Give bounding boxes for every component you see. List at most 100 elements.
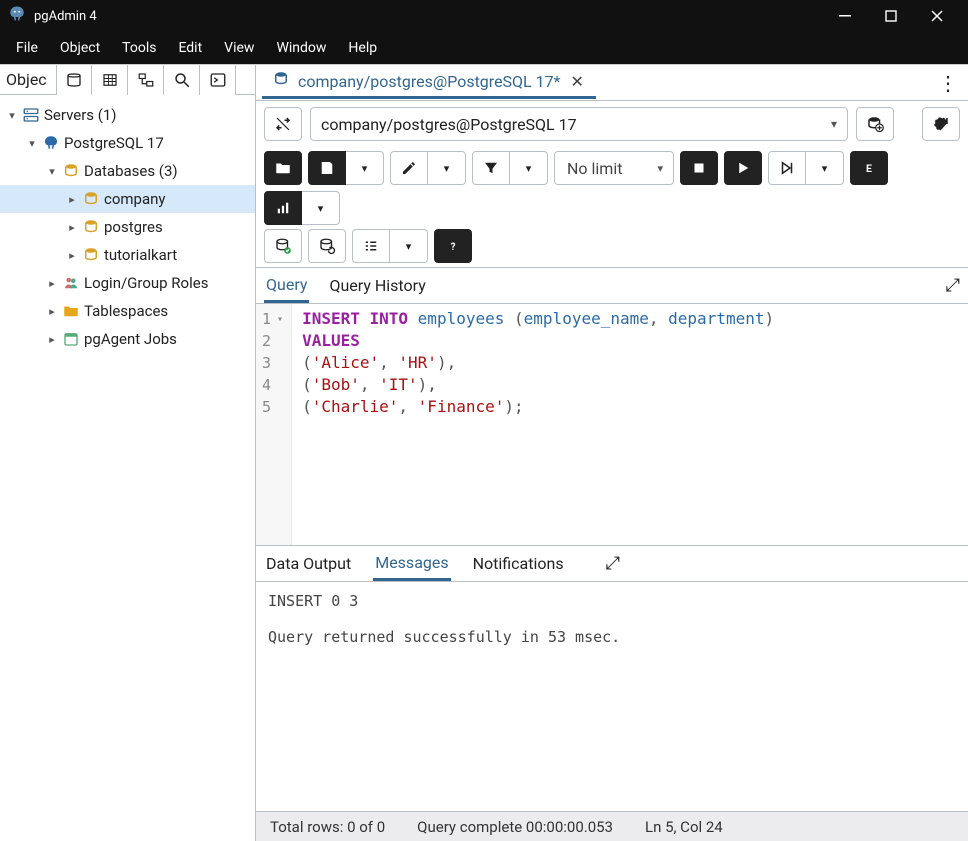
filter-button[interactable] bbox=[472, 151, 510, 185]
explain-button[interactable] bbox=[768, 151, 806, 185]
tree-label: postgres bbox=[102, 218, 163, 236]
expand-icon[interactable]: ⤢ bbox=[606, 553, 620, 574]
menu-tools[interactable]: Tools bbox=[112, 36, 166, 60]
tab-close-icon[interactable]: ✕ bbox=[569, 72, 586, 91]
status-time: Query complete 00:00:00.053 bbox=[417, 818, 613, 836]
connection-status-button[interactable] bbox=[264, 107, 302, 141]
code-editor[interactable]: 1▾ 2▾ 3▾ 4▾ 5▾ INSERT INTO employees (em… bbox=[256, 304, 968, 545]
tree-databases[interactable]: ▾ Databases (3) bbox=[0, 157, 255, 185]
open-file-button[interactable] bbox=[264, 151, 302, 185]
tree-label: tutorialkart bbox=[102, 246, 177, 264]
deps-button[interactable] bbox=[128, 65, 164, 95]
search-button[interactable] bbox=[164, 65, 200, 95]
edit-dropdown[interactable]: ▾ bbox=[428, 151, 466, 185]
minimize-button[interactable] bbox=[822, 0, 868, 32]
tree-pgagent[interactable]: ▸ pgAgent Jobs bbox=[0, 325, 255, 353]
sidebar-title: Objec bbox=[0, 70, 56, 89]
code-content[interactable]: INSERT INTO employees (employee_name, de… bbox=[292, 304, 784, 545]
macros-button[interactable] bbox=[352, 229, 390, 263]
new-connection-button[interactable] bbox=[856, 107, 894, 141]
jobs-icon bbox=[60, 330, 82, 348]
edit-button[interactable] bbox=[390, 151, 428, 185]
line-gutter: 1▾ 2▾ 3▾ 4▾ 5▾ bbox=[256, 304, 292, 545]
maximize-button[interactable] bbox=[868, 0, 914, 32]
chevron-down-icon: ▾ bbox=[24, 137, 40, 150]
messages-output: INSERT 0 3 Query returned successfully i… bbox=[256, 582, 968, 811]
save-dropdown[interactable]: ▾ bbox=[346, 151, 384, 185]
props-button[interactable] bbox=[56, 65, 92, 95]
chevron-right-icon: ▸ bbox=[64, 221, 80, 234]
tab-query[interactable]: Query bbox=[264, 269, 309, 303]
tree-label: Login/Group Roles bbox=[82, 274, 208, 292]
explain-options-dropdown[interactable]: ▾ bbox=[302, 191, 340, 225]
menu-view[interactable]: View bbox=[214, 36, 264, 60]
menubar: File Object Tools Edit View Window Help bbox=[0, 32, 968, 64]
database-icon bbox=[80, 218, 102, 236]
elephant-icon bbox=[40, 134, 62, 152]
grid-button[interactable] bbox=[92, 65, 128, 95]
tree-label: Tablespaces bbox=[82, 302, 168, 320]
tree-servers[interactable]: ▾ Servers (1) bbox=[0, 101, 255, 129]
limit-select[interactable]: No limit ▾ bbox=[554, 151, 674, 185]
connection-value: company/postgres@PostgreSQL 17 bbox=[321, 115, 577, 134]
tab-query-history[interactable]: Query History bbox=[327, 270, 427, 301]
explain-analyze-button[interactable]: E bbox=[850, 151, 888, 185]
database-icon bbox=[272, 70, 290, 92]
chevron-down-icon: ▾ bbox=[657, 162, 663, 175]
filter-dropdown[interactable]: ▾ bbox=[510, 151, 548, 185]
help-button[interactable]: ? bbox=[434, 229, 472, 263]
fold-icon: ▾ bbox=[277, 314, 283, 325]
chevron-right-icon: ▸ bbox=[44, 333, 60, 346]
save-button[interactable] bbox=[308, 151, 346, 185]
roles-icon bbox=[60, 274, 82, 292]
reset-layout-button[interactable] bbox=[922, 107, 960, 141]
execute-button[interactable] bbox=[724, 151, 762, 185]
object-explorer: Objec ▾ Servers (1) ▾ Po bbox=[0, 65, 256, 841]
status-cursor: Ln 5, Col 24 bbox=[645, 818, 723, 836]
tree-label: PostgreSQL 17 bbox=[62, 134, 164, 152]
macros-dropdown[interactable]: ▾ bbox=[390, 229, 428, 263]
status-bar: Total rows: 0 of 0 Query complete 00:00:… bbox=[256, 811, 968, 841]
explain-options-button[interactable] bbox=[264, 191, 302, 225]
tab-title: company/postgres@PostgreSQL 17* bbox=[298, 72, 561, 91]
tab-query-tool[interactable]: company/postgres@PostgreSQL 17* ✕ bbox=[262, 67, 596, 99]
status-rows: Total rows: 0 of 0 bbox=[270, 818, 385, 836]
tree-label: Servers (1) bbox=[42, 106, 117, 124]
menu-help[interactable]: Help bbox=[338, 36, 387, 60]
expand-icon[interactable]: ⤢ bbox=[946, 275, 960, 296]
database-icon bbox=[80, 246, 102, 264]
tab-notifications[interactable]: Notifications bbox=[471, 548, 566, 579]
menu-file[interactable]: File bbox=[6, 36, 48, 60]
chevron-down-icon: ▾ bbox=[44, 165, 60, 178]
databases-icon bbox=[60, 162, 82, 180]
tree-label: pgAgent Jobs bbox=[82, 330, 177, 348]
tree-db-tutorialkart[interactable]: ▸ tutorialkart bbox=[0, 241, 255, 269]
tree-db-postgres[interactable]: ▸ postgres bbox=[0, 213, 255, 241]
chevron-down-icon: ▾ bbox=[831, 117, 837, 131]
chevron-down-icon: ▾ bbox=[4, 109, 20, 122]
explain-dropdown[interactable]: ▾ bbox=[806, 151, 844, 185]
tree-login-roles[interactable]: ▸ Login/Group Roles bbox=[0, 269, 255, 297]
tree-label: Databases (3) bbox=[82, 162, 178, 180]
tree-label: company bbox=[102, 190, 166, 208]
close-button[interactable] bbox=[914, 0, 960, 32]
chevron-right-icon: ▸ bbox=[44, 277, 60, 290]
tab-messages[interactable]: Messages bbox=[373, 547, 450, 581]
menu-object[interactable]: Object bbox=[50, 36, 110, 60]
rollback-button[interactable] bbox=[308, 229, 346, 263]
tree-tablespaces[interactable]: ▸ Tablespaces bbox=[0, 297, 255, 325]
stop-button[interactable] bbox=[680, 151, 718, 185]
terminal-button[interactable] bbox=[200, 65, 236, 95]
kebab-menu[interactable]: ⋮ bbox=[934, 71, 962, 95]
menu-edit[interactable]: Edit bbox=[168, 36, 212, 60]
tree-postgres-server[interactable]: ▾ PostgreSQL 17 bbox=[0, 129, 255, 157]
tree-db-company[interactable]: ▸ company bbox=[0, 185, 255, 213]
window-title: pgAdmin 4 bbox=[34, 9, 97, 24]
connection-select[interactable]: company/postgres@PostgreSQL 17 ▾ bbox=[310, 107, 848, 141]
svg-text:?: ? bbox=[451, 242, 456, 253]
tab-data-output[interactable]: Data Output bbox=[264, 548, 353, 579]
folder-icon bbox=[60, 302, 82, 320]
chevron-right-icon: ▸ bbox=[64, 249, 80, 262]
commit-button[interactable] bbox=[264, 229, 302, 263]
menu-window[interactable]: Window bbox=[266, 36, 336, 60]
